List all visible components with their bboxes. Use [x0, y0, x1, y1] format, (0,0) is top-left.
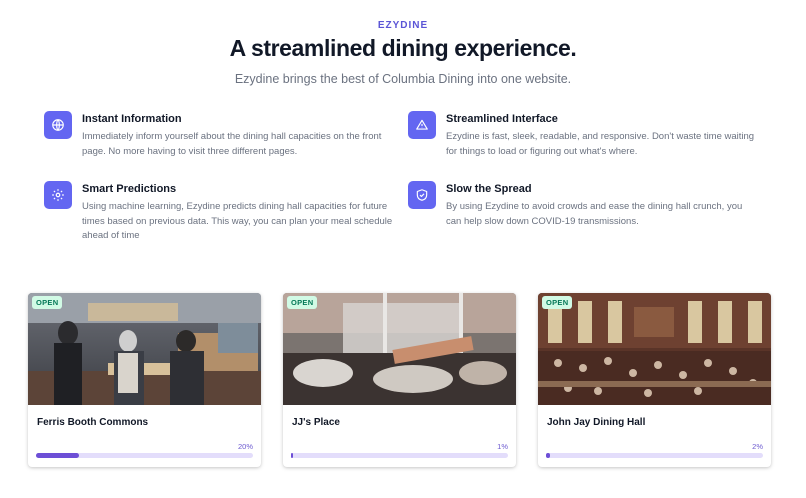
- status-badge-open: OPEN: [287, 296, 318, 309]
- dining-hall-photo: [283, 293, 516, 405]
- feature-title: Slow the Spread: [446, 183, 532, 195]
- warning-triangle-icon: [408, 111, 436, 139]
- feature-title: Smart Predictions: [82, 183, 177, 195]
- globe-icon: [44, 111, 72, 139]
- feature-instant-information: Instant Information Immediately inform y…: [44, 111, 381, 181]
- capacity-percent: 20%: [237, 442, 253, 451]
- status-badge-open: OPEN: [32, 296, 63, 309]
- feature-description: Using machine learning, Ezydine predicts…: [82, 201, 393, 241]
- dining-hall-card-jjs-place[interactable]: OPEN JJ's Place 1%: [283, 293, 516, 467]
- feature-title: Instant Information: [82, 113, 182, 125]
- dining-hall-name: JJ's Place: [292, 417, 340, 428]
- capacity-percent: 1%: [497, 442, 508, 451]
- dining-hall-photo: [538, 293, 771, 405]
- status-badge-open: OPEN: [542, 296, 573, 309]
- section-eyebrow: EZYDINE: [377, 20, 429, 31]
- dining-hall-card-john-jay[interactable]: OPEN John Jay Dining Hall 2%: [538, 293, 771, 467]
- capacity-bar: [36, 453, 253, 458]
- feature-smart-predictions: Smart Predictions Using machine learning…: [44, 181, 392, 251]
- capacity-percent: 2%: [752, 442, 763, 451]
- feature-streamlined-interface: Streamlined Interface Ezydine is fast, s…: [408, 111, 754, 181]
- capacity-bar-fill: [546, 453, 551, 458]
- capacity-bar-fill: [36, 453, 80, 458]
- dining-hall-card-ferris-booth[interactable]: OPEN Ferris Booth Commons 20%: [28, 293, 261, 467]
- page-subtitle: Ezydine brings the best of Columbia Dini…: [234, 72, 572, 86]
- dining-hall-name: Ferris Booth Commons: [37, 417, 149, 428]
- feature-description: By using Ezydine to avoid crowds and eas…: [446, 201, 743, 227]
- dining-hall-photo: [28, 293, 261, 405]
- feature-description: Immediately inform yourself about the di…: [82, 131, 382, 157]
- feature-description: Ezydine is fast, sleek, readable, and re…: [446, 131, 755, 157]
- capacity-bar-fill: [291, 453, 294, 458]
- capacity-bar: [291, 453, 508, 458]
- feature-title: Streamlined Interface: [446, 113, 558, 125]
- capacity-bar: [546, 453, 763, 458]
- feature-slow-the-spread: Slow the Spread By using Ezydine to avoi…: [408, 181, 742, 251]
- shield-check-icon: [408, 181, 436, 209]
- gear-icon: [44, 181, 72, 209]
- page-title: A streamlined dining experience.: [229, 35, 577, 61]
- dining-hall-name: John Jay Dining Hall: [547, 417, 646, 428]
